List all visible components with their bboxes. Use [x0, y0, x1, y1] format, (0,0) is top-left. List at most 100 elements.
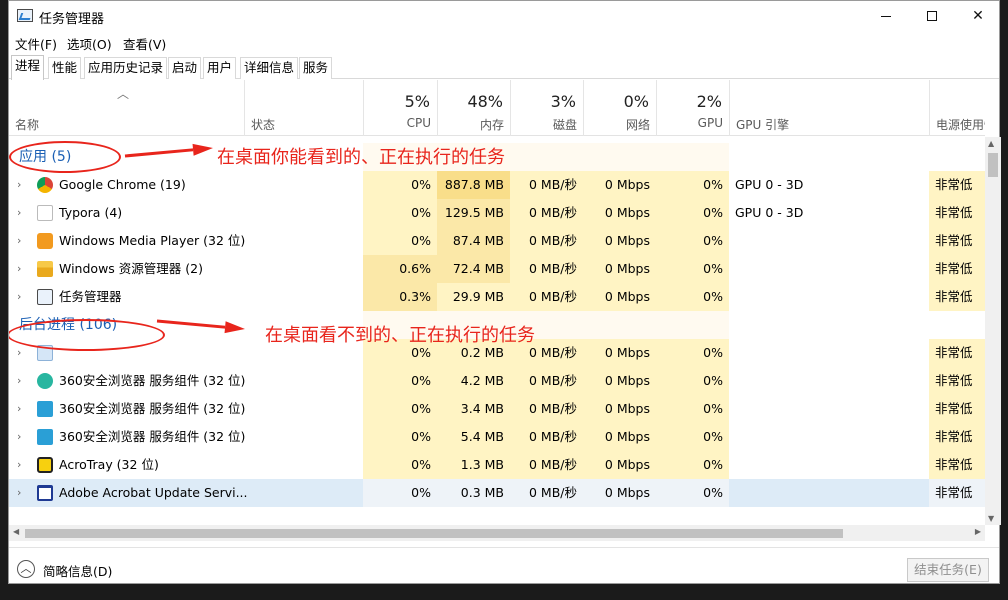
cell-gpu: 0%	[656, 199, 729, 227]
column-status[interactable]: 状态	[244, 80, 363, 136]
background-row[interactable]: › 360安全浏览器 服务组件 (32 位) 0% 5.4 MB 0 MB/秒 0 Mbp…	[9, 423, 985, 451]
cell-gpu-engine	[735, 255, 925, 283]
background-annotation-text: 在桌面看不到的、正在执行的任务	[265, 325, 535, 346]
expand-chevron-icon[interactable]: ›	[17, 171, 21, 199]
column-power[interactable]: 电源使用情	[929, 80, 985, 136]
vertical-scroll-thumb[interactable]	[988, 153, 998, 177]
cell-mem: 1.3 MB	[437, 451, 510, 479]
scroll-down-icon[interactable]: ▼	[988, 514, 994, 523]
menu-bar: 文件(F) 选项(O) 查看(V)	[9, 32, 999, 52]
background-row[interactable]: › Adobe Acrobat Update Servi... 0% 0.3 MB 0 …	[9, 479, 985, 507]
apps-annotation-text: 在桌面你能看到的、正在执行的任务	[217, 147, 505, 168]
expand-chevron-icon[interactable]: ›	[17, 479, 21, 507]
background-row[interactable]: › AcroTray (32 位) 0% 1.3 MB 0 MB/秒 0 Mbps 0% 非常…	[9, 451, 985, 479]
cell-gpu: 0%	[656, 479, 729, 507]
cell-gpu: 0%	[656, 339, 729, 367]
cell-cpu: 0%	[363, 479, 437, 507]
cell-mem: 87.4 MB	[437, 227, 510, 255]
group-heat-cell	[656, 311, 729, 339]
cell-net: 0 Mbps	[583, 171, 656, 199]
tab-startup[interactable]: 启动	[168, 57, 202, 79]
end-task-button[interactable]: 结束任务(E)	[907, 558, 989, 582]
menu-view[interactable]: 查看(V)	[123, 34, 166, 53]
background-row[interactable]: › 360安全浏览器 服务组件 (32 位) 0% 4.2 MB 0 MB/秒 0 Mbp…	[9, 367, 985, 395]
column-memory[interactable]: 48% 内存	[437, 80, 510, 136]
menu-options[interactable]: 选项(O)	[67, 34, 112, 53]
media-player-icon	[37, 233, 53, 249]
process-name: Adobe Acrobat Update Servi...	[59, 485, 248, 500]
app-row[interactable]: › Typora (4) 0% 129.5 MB 0 MB/秒 0 Mbps 0% GPU 0…	[9, 199, 985, 227]
cell-disk: 0 MB/秒	[510, 283, 583, 311]
browser-360-alt-icon	[37, 429, 53, 445]
cell-mem: 0.3 MB	[437, 479, 510, 507]
process-name: 360安全浏览器 服务组件 (32 位)	[59, 373, 246, 388]
footer: ︿ 简略信息(D) 结束任务(E)	[9, 547, 999, 585]
cell-gpu-engine	[735, 451, 925, 479]
maximize-button[interactable]	[909, 1, 955, 32]
vertical-scrollbar[interactable]: ▲ ▼	[985, 137, 1001, 525]
cell-cpu: 0%	[363, 395, 437, 423]
expand-chevron-icon[interactable]: ›	[17, 451, 21, 479]
tab-app-history[interactable]: 应用历史记录	[84, 57, 168, 79]
column-name[interactable]: 名称	[9, 80, 244, 136]
expand-chevron-icon[interactable]: ›	[17, 199, 21, 227]
group-heat-cell	[656, 143, 729, 171]
cell-cpu: 0%	[363, 451, 437, 479]
horizontal-scroll-thumb[interactable]	[25, 529, 843, 538]
cell-gpu: 0%	[656, 171, 729, 199]
cell-disk: 0 MB/秒	[510, 479, 583, 507]
cell-power: 非常低	[929, 171, 985, 199]
group-heat-cell	[583, 143, 656, 171]
tab-performance[interactable]: 性能	[48, 57, 82, 79]
tab-details[interactable]: 详细信息	[240, 57, 299, 79]
close-button[interactable]: ✕	[955, 1, 1001, 32]
expand-chevron-icon[interactable]: ›	[17, 423, 21, 451]
scroll-left-icon[interactable]: ◀	[13, 527, 19, 536]
column-gpu[interactable]: 2% GPU	[656, 80, 729, 136]
column-network[interactable]: 0% 网络	[583, 80, 656, 136]
column-disk[interactable]: 3% 磁盘	[510, 80, 583, 136]
cell-gpu-engine	[735, 283, 925, 311]
cell-disk: 0 MB/秒	[510, 227, 583, 255]
cell-power: 非常低	[929, 199, 985, 227]
expand-chevron-icon[interactable]: ›	[17, 367, 21, 395]
column-cpu[interactable]: 5% CPU	[363, 80, 437, 136]
acrotray-icon	[37, 457, 53, 473]
horizontal-scrollbar[interactable]: ◀ ▶	[9, 525, 985, 541]
expand-chevron-icon[interactable]: ›	[17, 283, 21, 311]
task-manager-icon	[37, 289, 53, 305]
cell-mem: 4.2 MB	[437, 367, 510, 395]
cell-mem: 3.4 MB	[437, 395, 510, 423]
tab-users[interactable]: 用户	[203, 57, 237, 79]
column-gpu-engine[interactable]: GPU 引擎	[729, 80, 929, 136]
process-name: AcroTray (32 位)	[59, 457, 159, 472]
cell-net: 0 Mbps	[583, 283, 656, 311]
tab-processes[interactable]: 进程	[11, 55, 45, 80]
app-row[interactable]: › 任务管理器 0.3% 29.9 MB 0 MB/秒 0 Mbps 0% 非常低	[9, 283, 985, 311]
background-row[interactable]: › 360安全浏览器 服务组件 (32 位) 0% 3.4 MB 0 MB/秒 0 Mbp…	[9, 395, 985, 423]
cell-disk: 0 MB/秒	[510, 395, 583, 423]
window-title: 任务管理器	[39, 12, 105, 27]
menu-file[interactable]: 文件(F)	[15, 34, 57, 53]
expand-chevron-icon[interactable]: ›	[17, 255, 21, 283]
collapse-icon[interactable]: ︿	[17, 560, 35, 578]
fewer-details-link[interactable]: 简略信息(D)	[43, 561, 112, 580]
tab-services[interactable]: 服务	[299, 57, 333, 79]
app-row[interactable]: › Windows 资源管理器 (2) 0.6% 72.4 MB 0 MB/秒 0 Mbp…	[9, 255, 985, 283]
title-bar[interactable]: 任务管理器 ✕	[9, 1, 999, 32]
app-row[interactable]: › Windows Media Player (32 位) 0% 87.4 MB 0 M…	[9, 227, 985, 255]
app-row[interactable]: › Google Chrome (19) 0% 887.8 MB 0 MB/秒 0 Mbp…	[9, 171, 985, 199]
scroll-right-icon[interactable]: ▶	[975, 527, 981, 536]
folder-icon	[37, 261, 53, 277]
expand-chevron-icon[interactable]: ›	[17, 227, 21, 255]
scroll-up-icon[interactable]: ▲	[988, 139, 994, 148]
process-name: 360安全浏览器 服务组件 (32 位)	[59, 401, 246, 416]
cell-power: 非常低	[929, 367, 985, 395]
minimize-button[interactable]	[863, 1, 909, 32]
cell-power: 非常低	[929, 255, 985, 283]
cell-net: 0 Mbps	[583, 395, 656, 423]
cell-net: 0 Mbps	[583, 255, 656, 283]
cell-gpu-engine: GPU 0 - 3D	[735, 205, 804, 220]
expand-chevron-icon[interactable]: ›	[17, 395, 21, 423]
process-name: Windows 资源管理器 (2)	[59, 261, 203, 276]
